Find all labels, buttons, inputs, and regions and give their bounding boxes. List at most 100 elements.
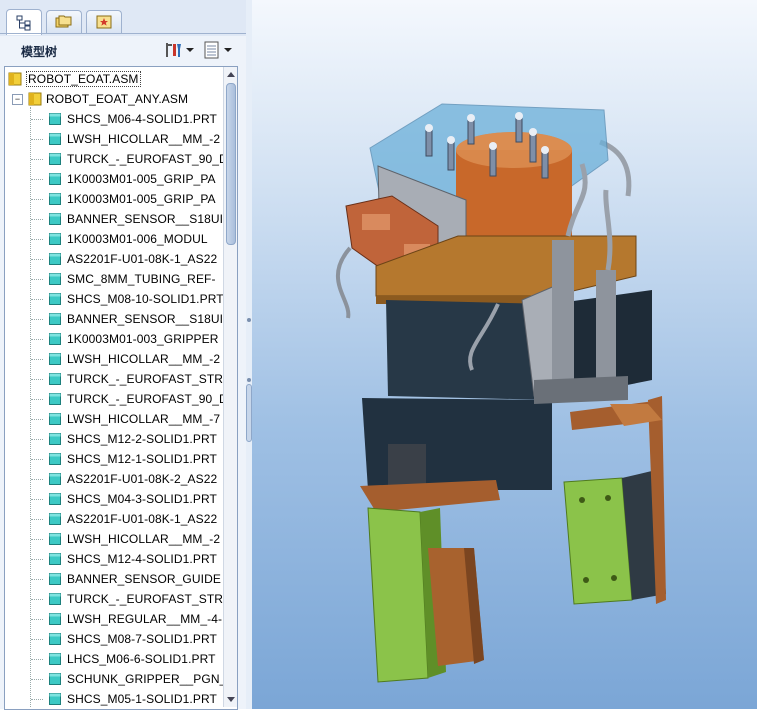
tree-root-item[interactable]: ROBOT_EOAT.ASM — [8, 69, 141, 89]
tree-part-item[interactable]: LHCS_M06-6-SOLID1.PRT — [49, 649, 216, 669]
tree-part-item[interactable]: TURCK_-_EUROFAST_90_D — [49, 389, 228, 409]
tree-subassembly-item[interactable]: ROBOT_EOAT_ANY.ASM — [28, 89, 188, 109]
model-tree-icon — [16, 15, 31, 30]
tree-part-item[interactable]: 1K0003M01-006_MODUL — [49, 229, 208, 249]
splitter-grip — [247, 318, 251, 322]
tree-part-item[interactable]: SHCS_M04-3-SOLID1.PRT — [49, 489, 217, 509]
tree-part-item[interactable]: LWSH_HICOLLAR__MM_-7 — [49, 409, 220, 429]
tree-part-item[interactable]: AS2201F-U01-08K-2_AS22 — [49, 469, 217, 489]
part-icon — [49, 213, 61, 225]
tree-part-item[interactable]: SHCS_M12-1-SOLID1.PRT — [49, 449, 217, 469]
tree-part-label: SMC_8MM_TUBING_REF- — [67, 272, 216, 286]
tree-connector — [31, 179, 43, 180]
scroll-down-arrow[interactable] — [224, 693, 237, 707]
tree-part-label: LWSH_HICOLLAR__MM_-2 — [67, 132, 221, 146]
tree-part-item[interactable]: BANNER_SENSOR__S18UI — [49, 209, 223, 229]
tree-part-item[interactable]: SMC_8MM_TUBING_REF- — [49, 269, 216, 289]
folder-icon — [55, 15, 72, 28]
tree-part-label: SHCS_M05-1-SOLID1.PRT — [67, 692, 217, 706]
graphics-viewport[interactable] — [252, 0, 757, 709]
tree-part-item[interactable]: TURCK_-_EUROFAST_STRA — [49, 369, 231, 389]
tree-scrollbar[interactable] — [223, 67, 237, 707]
tree-connector — [31, 439, 43, 440]
tree-part-label: SHCS_M12-2-SOLID1.PRT — [67, 432, 217, 446]
tree-settings-button[interactable] — [164, 40, 194, 60]
tree-toolbar: 模型树 — [0, 36, 246, 64]
part-icon — [49, 233, 61, 245]
tree-part-item[interactable]: TURCK_-_EUROFAST_90_D — [49, 149, 228, 169]
tree-part-item[interactable]: LWSH_HICOLLAR__MM_-2 — [49, 349, 220, 369]
part-icon — [49, 193, 61, 205]
part-icon — [49, 513, 61, 525]
splitter-grip — [247, 378, 251, 382]
panel-tab-bar — [0, 0, 246, 36]
favorites-icon — [96, 15, 112, 29]
tree-part-item[interactable]: 1K0003M01-005_GRIP_PA — [49, 189, 216, 209]
tree-connector — [31, 339, 43, 340]
tree-part-label: BANNER_SENSOR__S18UI — [67, 312, 224, 326]
tree-part-label: SHCS_M08-7-SOLID1.PRT — [67, 632, 217, 646]
chevron-up-icon — [226, 72, 235, 77]
tree-part-item[interactable]: SHCS_M08-10-SOLID1.PRT — [49, 289, 224, 309]
part-icon — [49, 533, 61, 545]
tab-divider — [0, 33, 246, 34]
tree-part-item[interactable]: AS2201F-U01-08K-1_AS22 — [49, 249, 217, 269]
model-tree: ROBOT_EOAT.ASM − ROBOT_EOAT_ANY.ASM SHCS… — [4, 66, 238, 710]
tree-part-item[interactable]: BANNER_SENSOR__S18UI — [49, 309, 223, 329]
tree-connector — [31, 559, 43, 560]
part-icon — [49, 353, 61, 365]
tree-connector — [31, 679, 43, 680]
tree-part-item[interactable]: BANNER_SENSOR_GUIDE — [49, 569, 221, 589]
assembly-icon — [28, 92, 42, 106]
tree-part-label: SHCS_M08-10-SOLID1.PRT — [67, 292, 224, 306]
tree-part-item[interactable]: LWSH_HICOLLAR__MM_-2 — [49, 529, 220, 549]
tree-connector — [31, 119, 43, 120]
part-icon — [49, 173, 61, 185]
tree-part-label: SHCS_M12-4-SOLID1.PRT — [67, 552, 217, 566]
tree-part-item[interactable]: SHCS_M05-1-SOLID1.PRT — [49, 689, 217, 709]
tree-connector — [31, 359, 43, 360]
folder-browser-tab[interactable] — [46, 10, 82, 33]
part-icon — [49, 333, 61, 345]
favorites-tab[interactable] — [86, 10, 122, 33]
tree-part-item[interactable]: 1K0003M01-003_GRIPPER — [49, 329, 219, 349]
tree-connector — [31, 219, 43, 220]
tree-part-item[interactable]: AS2201F-U01-08K-1_AS22 — [49, 509, 217, 529]
tree-part-label: LWSH_HICOLLAR__MM_-2 — [67, 532, 221, 546]
tree-part-item[interactable]: TURCK_-_EUROFAST_STRA — [49, 589, 231, 609]
tree-connector — [31, 259, 43, 260]
tree-part-item[interactable]: SHCS_M12-2-SOLID1.PRT — [49, 429, 217, 449]
part-icon — [49, 413, 61, 425]
tree-part-item[interactable]: SHCS_M12-4-SOLID1.PRT — [49, 549, 217, 569]
tree-part-item[interactable]: SHCS_M06-4-SOLID1.PRT — [49, 109, 217, 129]
tree-part-item[interactable]: LWSH_HICOLLAR__MM_-2 — [49, 129, 220, 149]
tree-part-label: BANNER_SENSOR__S18UI — [67, 212, 224, 226]
tree-connector — [31, 519, 43, 520]
part-icon — [49, 633, 61, 645]
tree-connector — [31, 299, 43, 300]
tree-connector — [31, 659, 43, 660]
tree-root-label: ROBOT_EOAT.ASM — [26, 71, 141, 87]
tree-connector — [31, 239, 43, 240]
tree-part-label: LWSH_HICOLLAR__MM_-2 — [67, 352, 221, 366]
tree-part-item[interactable]: SCHUNK_GRIPPER__PGN_ — [49, 669, 226, 689]
tree-connector — [31, 379, 43, 380]
model-tree-tab[interactable] — [6, 9, 42, 35]
tree-part-item[interactable]: 1K0003M01-005_GRIP_PA — [49, 169, 216, 189]
part-icon — [49, 693, 61, 705]
part-icon — [49, 653, 61, 665]
tree-part-label: TURCK_-_EUROFAST_STRA — [67, 372, 232, 386]
tree-connector — [31, 399, 43, 400]
tree-show-button[interactable] — [202, 40, 232, 60]
scrollbar-thumb[interactable] — [226, 83, 236, 245]
scroll-up-arrow[interactable] — [224, 67, 237, 81]
tree-part-item[interactable]: SHCS_M08-7-SOLID1.PRT — [49, 629, 217, 649]
tree-part-item[interactable]: LWSH_REGULAR__MM_-4- — [49, 609, 222, 629]
part-icon — [49, 253, 61, 265]
part-icon — [49, 593, 61, 605]
part-icon — [49, 113, 61, 125]
collapse-toggle[interactable]: − — [12, 94, 23, 105]
part-icon — [49, 553, 61, 565]
robot-eoat-3d-model[interactable] — [252, 0, 757, 709]
tree-part-label: 1K0003M01-003_GRIPPER — [67, 332, 219, 346]
